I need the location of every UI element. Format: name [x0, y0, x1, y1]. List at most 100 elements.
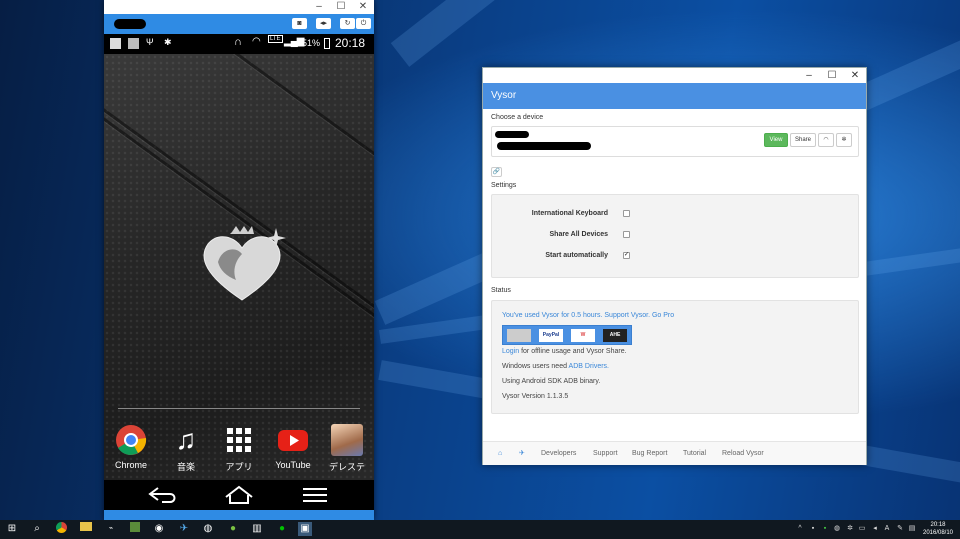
share-all-devices-checkbox[interactable]: [623, 231, 630, 238]
dock-app-music[interactable]: ♫ 音楽: [161, 424, 211, 476]
windows-text: Windows users need: [502, 363, 569, 370]
home-icon[interactable]: [224, 485, 254, 505]
app-label: Chrome: [114, 460, 147, 470]
paypal-payment-button[interactable]: PayPal: [539, 329, 563, 342]
gear-icon[interactable]: ✲: [836, 133, 852, 147]
menu-icon[interactable]: [302, 487, 328, 503]
login-text: for offline usage and Vysor Share.: [519, 348, 627, 355]
choose-device-label: Choose a device: [491, 114, 544, 121]
phone-bottom-strip: [104, 510, 374, 520]
link-icon[interactable]: 🔗: [491, 167, 502, 177]
minimize-icon[interactable]: –: [308, 0, 330, 14]
music-icon: ♫: [175, 424, 197, 455]
tray-steam-icon[interactable]: ◍: [832, 524, 842, 534]
tray-app-icon[interactable]: ▪: [808, 524, 818, 534]
maximize-icon[interactable]: ☐: [330, 0, 352, 14]
redacted-device-name: [495, 131, 529, 138]
dock-app-chrome[interactable]: Chrome: [106, 424, 156, 476]
battery-icon: [324, 38, 330, 49]
adb-binary-text: Using Android SDK ADB binary.: [502, 378, 601, 385]
tray-settings-icon[interactable]: ✲: [845, 524, 855, 534]
wifi-icon: ◠: [252, 36, 261, 47]
windows-start-icon[interactable]: ⊞: [5, 522, 19, 536]
maximize-icon[interactable]: ☐: [820, 68, 844, 83]
redacted-device-serial: [497, 142, 591, 150]
international-keyboard-checkbox[interactable]: [623, 210, 630, 217]
youtube-icon: [278, 430, 308, 451]
lte-badge: LTE: [268, 35, 283, 43]
device-row: View Share ◠ ✲: [491, 126, 859, 157]
windows-drivers-line: Windows users need ADB Drivers.: [502, 363, 609, 370]
usb-icon: Ψ: [146, 37, 154, 47]
status-label: Status: [491, 287, 511, 294]
minecraft-icon[interactable]: [128, 522, 142, 536]
film-icon[interactable]: ▥: [250, 522, 264, 536]
close-icon[interactable]: ✕: [352, 0, 374, 14]
tray-green-icon[interactable]: ▪: [820, 524, 830, 534]
network-icon[interactable]: ▭: [857, 524, 867, 534]
usage-go-pro-link[interactable]: You've used Vysor for 0.5 hours. Support…: [502, 312, 674, 319]
view-button[interactable]: View: [764, 133, 788, 147]
power-icon[interactable]: ⏻: [356, 18, 371, 29]
login-line: Login for offline usage and Vysor Share.: [502, 348, 627, 355]
vysor-window: – ☐ ✕ Vysor Choose a device View Share ◠…: [482, 67, 867, 465]
wallet-payment-button[interactable]: W: [571, 329, 595, 342]
phone-statusbar: Ψ ✱ ∩ ◠ LTE ▂▄▆ 51% 20:18: [104, 34, 374, 54]
footer-support-link[interactable]: Support: [593, 442, 618, 466]
share-button[interactable]: Share: [790, 133, 816, 147]
login-link[interactable]: Login: [502, 348, 519, 355]
start-automatically-checkbox[interactable]: ✓: [623, 252, 630, 259]
notification-icon[interactable]: ▤: [907, 524, 917, 534]
back-icon[interactable]: [148, 486, 178, 504]
volume-icon[interactable]: ◂▸: [316, 18, 331, 29]
dock-app-youtube[interactable]: YouTube: [268, 424, 318, 476]
version-text: Vysor Version 1.1.3.5: [502, 393, 569, 400]
dock-app-deresute[interactable]: デレステ: [322, 424, 372, 476]
close-icon[interactable]: ✕: [843, 68, 867, 83]
app-grid-icon: [227, 428, 251, 452]
search-icon[interactable]: ⌕: [30, 522, 44, 536]
network-tool-icon[interactable]: ⌁: [104, 522, 118, 536]
volume-icon[interactable]: ◂: [870, 524, 880, 534]
game-icon: [331, 424, 363, 456]
footer-reload-link[interactable]: Reload Vysor: [722, 442, 764, 466]
setting-row: International Keyboard: [492, 208, 860, 220]
clock-time: 20:18: [335, 36, 366, 50]
setting-label: Share All Devices: [549, 231, 609, 238]
camera-icon[interactable]: ◙: [292, 18, 307, 29]
steam-icon[interactable]: ◍: [201, 522, 215, 536]
dock-app-apps[interactable]: アプリ: [214, 424, 264, 476]
vysor-taskbar-icon[interactable]: ▣: [298, 522, 312, 536]
photo-icon: [128, 38, 139, 49]
app-icon[interactable]: ◉: [152, 522, 166, 536]
ahe-payment-button[interactable]: AHE: [603, 329, 627, 342]
phone-navbar: [104, 480, 374, 510]
wifi-icon[interactable]: ◠: [818, 133, 834, 147]
home-icon[interactable]: ⌂: [498, 442, 502, 466]
credit-card-payment-button[interactable]: [507, 329, 531, 342]
taskbar-clock[interactable]: 20:18 2016/08/10: [918, 521, 958, 537]
minimize-icon[interactable]: –: [797, 68, 821, 83]
chevron-up-icon[interactable]: ^: [795, 524, 805, 534]
line-icon[interactable]: ●: [275, 522, 289, 536]
windows-taskbar: ⊞ ⌕ ⌁ ◉ ✈ ◍ ● ▥ ● ▣ ^ ▪ ▪ ◍ ✲ ▭ ◂ A ✎ ▤ …: [0, 520, 960, 539]
chrome-taskbar-icon[interactable]: [54, 522, 68, 536]
phone-titlebar: – ☐ ✕: [104, 0, 374, 14]
twitter-taskbar-icon[interactable]: ✈: [177, 522, 191, 536]
app-label: 音楽: [176, 462, 195, 472]
file-explorer-icon[interactable]: [79, 522, 93, 536]
footer-tutorial-link[interactable]: Tutorial: [683, 442, 706, 466]
ime-icon[interactable]: A: [882, 524, 892, 534]
keyboard-icon[interactable]: ✎: [895, 524, 905, 534]
clock-time: 20:18: [930, 522, 946, 528]
clock-date: 2016/08/10: [922, 530, 954, 536]
chrome-icon: [116, 425, 147, 455]
setting-label: International Keyboard: [531, 210, 608, 217]
phone-home-screen[interactable]: Chrome ♫ 音楽 アプリ YouTube デレステ: [104, 54, 374, 510]
adb-drivers-link[interactable]: ADB Drivers.: [569, 363, 609, 370]
rotate-icon[interactable]: ↻: [340, 18, 355, 29]
green-app-icon[interactable]: ●: [226, 522, 240, 536]
footer-developers-link[interactable]: Developers: [541, 442, 576, 466]
twitter-icon[interactable]: ✈: [519, 442, 525, 466]
footer-bug-report-link[interactable]: Bug Report: [632, 442, 667, 466]
